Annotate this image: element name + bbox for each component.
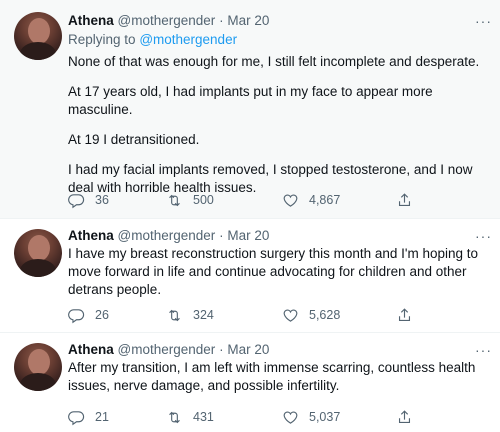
- like-count: 4,867: [309, 193, 341, 207]
- share-button[interactable]: [396, 407, 413, 427]
- replying-to: Replying to @mothergender: [68, 31, 486, 49]
- author-handle[interactable]: @mothergender: [118, 13, 216, 28]
- avatar[interactable]: [14, 343, 62, 391]
- retweet-button[interactable]: 431: [166, 407, 214, 427]
- retweet-count: 500: [193, 193, 214, 207]
- replying-prefix: Replying to: [68, 32, 136, 47]
- reply-icon: [68, 410, 85, 425]
- tweet-date[interactable]: Mar 20: [227, 228, 269, 243]
- tweet-content: Athena @mothergender · Mar 20 After my t…: [68, 341, 486, 395]
- retweet-icon: [169, 411, 180, 423]
- tweet-paragraph: At 19 I detransitioned.: [68, 132, 200, 147]
- reply-button[interactable]: 21: [68, 407, 109, 427]
- tweet-text: I have my breast reconstruction surgery …: [68, 245, 486, 299]
- like-button[interactable]: 5,628: [282, 305, 340, 325]
- heart-icon: [283, 411, 298, 424]
- author-name[interactable]: Athena: [68, 228, 114, 243]
- tweet-header: Athena @mothergender · Mar 20: [68, 12, 486, 30]
- like-button[interactable]: 5,037: [282, 407, 340, 427]
- separator-dot: ·: [219, 342, 224, 357]
- reply-icon: [68, 308, 85, 323]
- tweet-text: After my transition, I am left with imme…: [68, 359, 486, 395]
- share-button[interactable]: [396, 190, 413, 210]
- retweet-icon: [169, 194, 180, 206]
- tweet-actions: 21 431 5,037: [68, 407, 428, 427]
- replying-mention-link[interactable]: @mothergender: [139, 32, 237, 47]
- reply-count: 21: [95, 410, 109, 424]
- share-button[interactable]: [396, 305, 413, 325]
- reply-count: 36: [95, 193, 109, 207]
- author-handle[interactable]: @mothergender: [118, 342, 216, 357]
- tweet-header: Athena @mothergender · Mar 20: [68, 341, 486, 359]
- tweet-paragraph: None of that was enough for me, I still …: [68, 54, 480, 69]
- like-button[interactable]: 4,867: [282, 190, 340, 210]
- reply-icon: [68, 193, 85, 208]
- tweet-text: None of that was enough for me, I still …: [68, 53, 486, 197]
- tweet-date[interactable]: Mar 20: [227, 342, 269, 357]
- like-count: 5,628: [309, 308, 341, 322]
- heart-icon: [283, 194, 298, 207]
- reply-button[interactable]: 26: [68, 305, 109, 325]
- tweet-paragraph: I have my breast reconstruction surgery …: [68, 246, 479, 297]
- tweet[interactable]: ··· Athena @mothergender · Mar 20 After …: [0, 332, 500, 432]
- tweet[interactable]: ··· Athena @mothergender · Mar 20 Replyi…: [0, 0, 500, 218]
- tweet-paragraph: At 17 years old, I had implants put in m…: [68, 84, 433, 117]
- like-count: 5,037: [309, 410, 341, 424]
- tweet-header: Athena @mothergender · Mar 20: [68, 227, 486, 245]
- author-handle[interactable]: @mothergender: [118, 228, 216, 243]
- retweet-count: 431: [193, 410, 214, 424]
- tweet-actions: 26 324 5,628: [68, 305, 428, 325]
- avatar[interactable]: [14, 12, 62, 60]
- retweet-count: 324: [193, 308, 214, 322]
- tweet-paragraph: After my transition, I am left with imme…: [68, 360, 476, 393]
- tweet[interactable]: ··· Athena @mothergender · Mar 20 I have…: [0, 218, 500, 332]
- author-name[interactable]: Athena: [68, 342, 114, 357]
- tweet-content: Athena @mothergender · Mar 20 I have my …: [68, 227, 486, 299]
- retweet-button[interactable]: 324: [166, 305, 214, 325]
- reply-count: 26: [95, 308, 109, 322]
- share-icon: [398, 409, 411, 423]
- tweet-date[interactable]: Mar 20: [227, 13, 269, 28]
- heart-icon: [283, 309, 298, 322]
- separator-dot: ·: [219, 13, 224, 28]
- avatar[interactable]: [14, 229, 62, 277]
- reply-button[interactable]: 36: [68, 190, 109, 210]
- retweet-icon: [169, 309, 180, 321]
- share-icon: [398, 307, 411, 321]
- share-icon: [398, 192, 411, 206]
- tweet-content: Athena @mothergender · Mar 20 Replying t…: [68, 12, 486, 197]
- author-name[interactable]: Athena: [68, 13, 114, 28]
- tweet-actions: 36 500 4,867: [68, 190, 428, 210]
- retweet-button[interactable]: 500: [166, 190, 214, 210]
- separator-dot: ·: [219, 228, 224, 243]
